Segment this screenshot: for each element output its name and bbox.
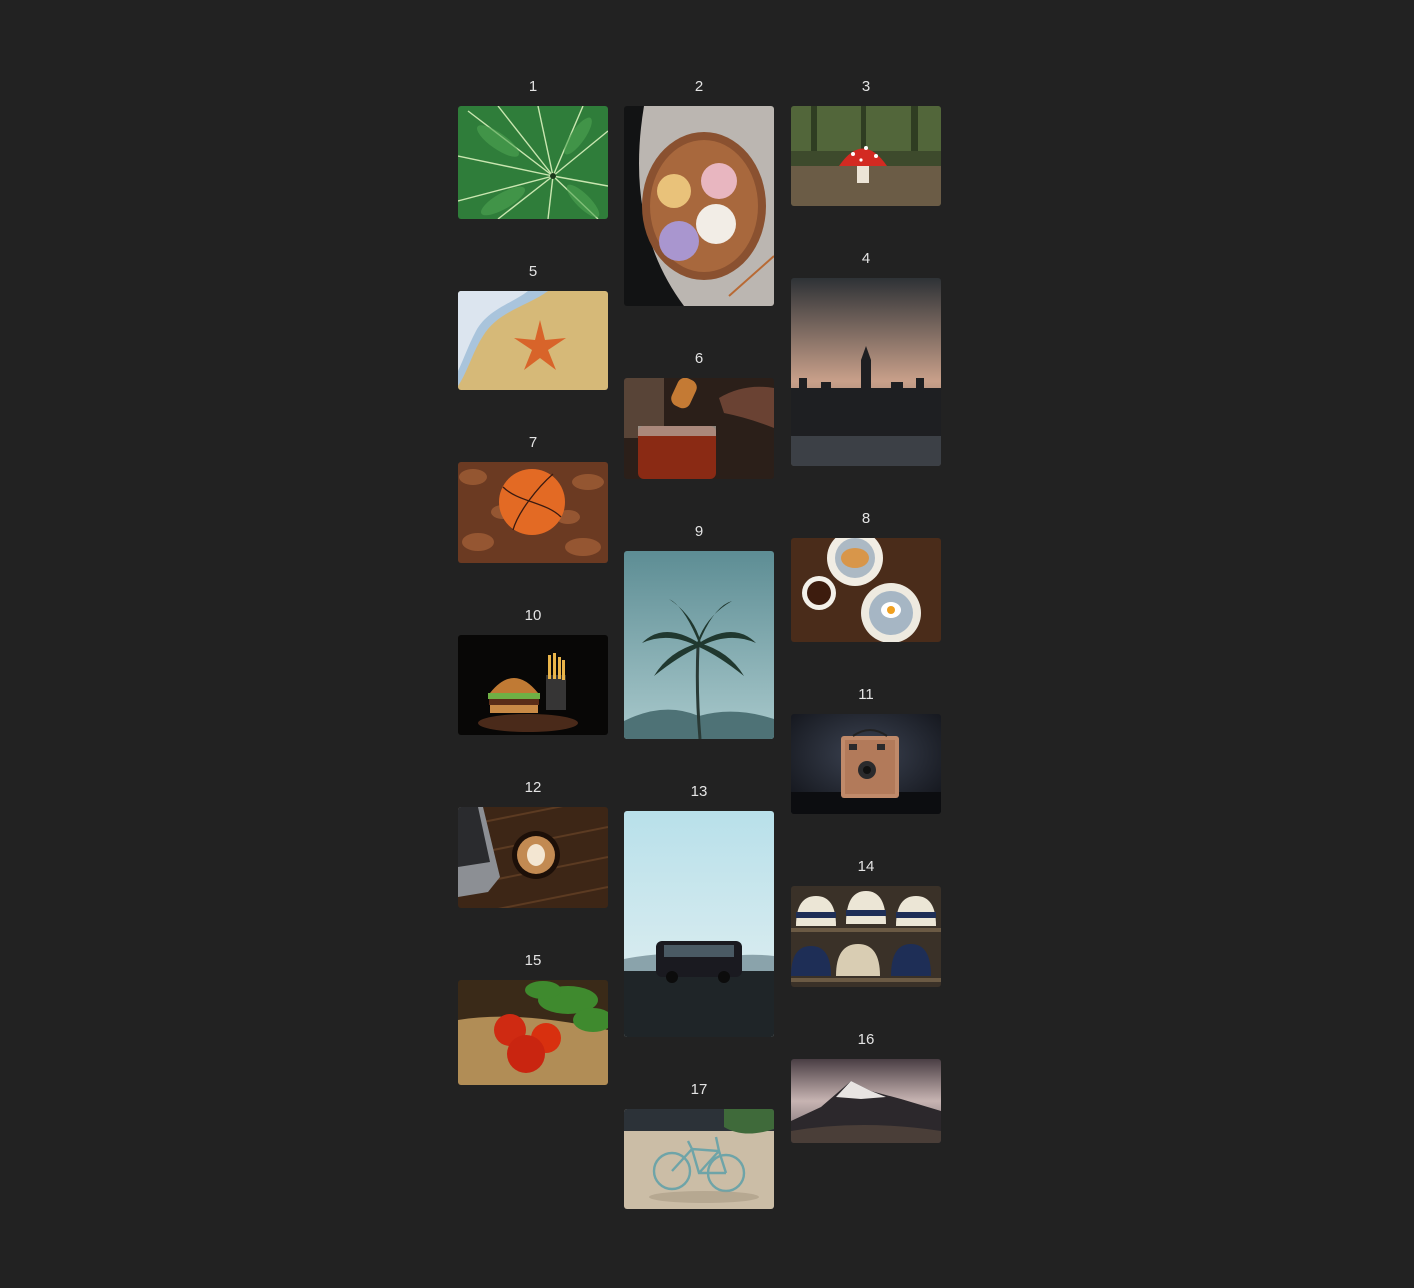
image-number: 16 — [857, 1031, 875, 1048]
photo-palm-tree[interactable] — [624, 551, 774, 739]
image-number: 3 — [861, 78, 871, 95]
gallery-item-5: 5 — [458, 263, 608, 390]
photo-snowy-mountain[interactable] — [791, 1059, 941, 1143]
photo-burger-fries[interactable] — [458, 635, 608, 735]
gallery-item-4: 4 — [791, 250, 941, 466]
photo-van-sky[interactable] — [624, 811, 774, 1037]
photo-vintage-camera[interactable] — [791, 714, 941, 814]
photo-fern-leaf[interactable] — [458, 106, 608, 219]
image-number: 13 — [690, 783, 708, 800]
gallery-item-17: 17 — [624, 1081, 774, 1209]
photo-red-mushroom[interactable] — [791, 106, 941, 206]
image-number: 10 — [524, 607, 542, 624]
image-number: 9 — [694, 523, 704, 540]
gallery-item-12: 12 — [458, 779, 608, 908]
photo-basketball-leaves[interactable] — [458, 462, 608, 563]
gallery-item-13: 13 — [624, 783, 774, 1037]
image-gallery: 1 5 7 10 12 15 2 6 9 13 17 3 4 8 11 14 1… — [0, 0, 1414, 1288]
gallery-item-3: 3 — [791, 78, 941, 206]
image-number: 2 — [694, 78, 704, 95]
image-number: 17 — [690, 1081, 708, 1098]
gallery-item-2: 2 — [624, 78, 774, 306]
image-number: 4 — [861, 250, 871, 267]
gallery-item-11: 11 — [791, 686, 941, 814]
photo-tomatoes-basil[interactable] — [458, 980, 608, 1085]
photo-honey-jar[interactable] — [624, 378, 774, 479]
image-number: 12 — [524, 779, 542, 796]
image-number: 11 — [858, 686, 874, 703]
gallery-item-16: 16 — [791, 1031, 941, 1143]
photo-breakfast-table[interactable] — [791, 538, 941, 642]
gallery-item-9: 9 — [624, 523, 774, 739]
image-number: 8 — [861, 510, 871, 527]
gallery-item-7: 7 — [458, 434, 608, 563]
image-number: 7 — [528, 434, 538, 451]
image-number: 1 — [528, 78, 538, 95]
image-number: 5 — [528, 263, 538, 280]
photo-big-ben-london[interactable] — [791, 278, 941, 466]
photo-starfish-beach[interactable] — [458, 291, 608, 390]
gallery-item-8: 8 — [791, 510, 941, 642]
gallery-item-1: 1 — [458, 78, 608, 219]
image-number: 6 — [694, 350, 704, 367]
photo-hats-shelf[interactable] — [791, 886, 941, 987]
photo-wagashi-sweets[interactable] — [624, 106, 774, 306]
gallery-item-6: 6 — [624, 350, 774, 479]
image-number: 15 — [524, 952, 542, 969]
gallery-item-14: 14 — [791, 858, 941, 987]
photo-bicycle[interactable] — [624, 1109, 774, 1209]
gallery-item-10: 10 — [458, 607, 608, 735]
photo-latte-laptop[interactable] — [458, 807, 608, 908]
image-number: 14 — [857, 858, 875, 875]
gallery-item-15: 15 — [458, 952, 608, 1085]
